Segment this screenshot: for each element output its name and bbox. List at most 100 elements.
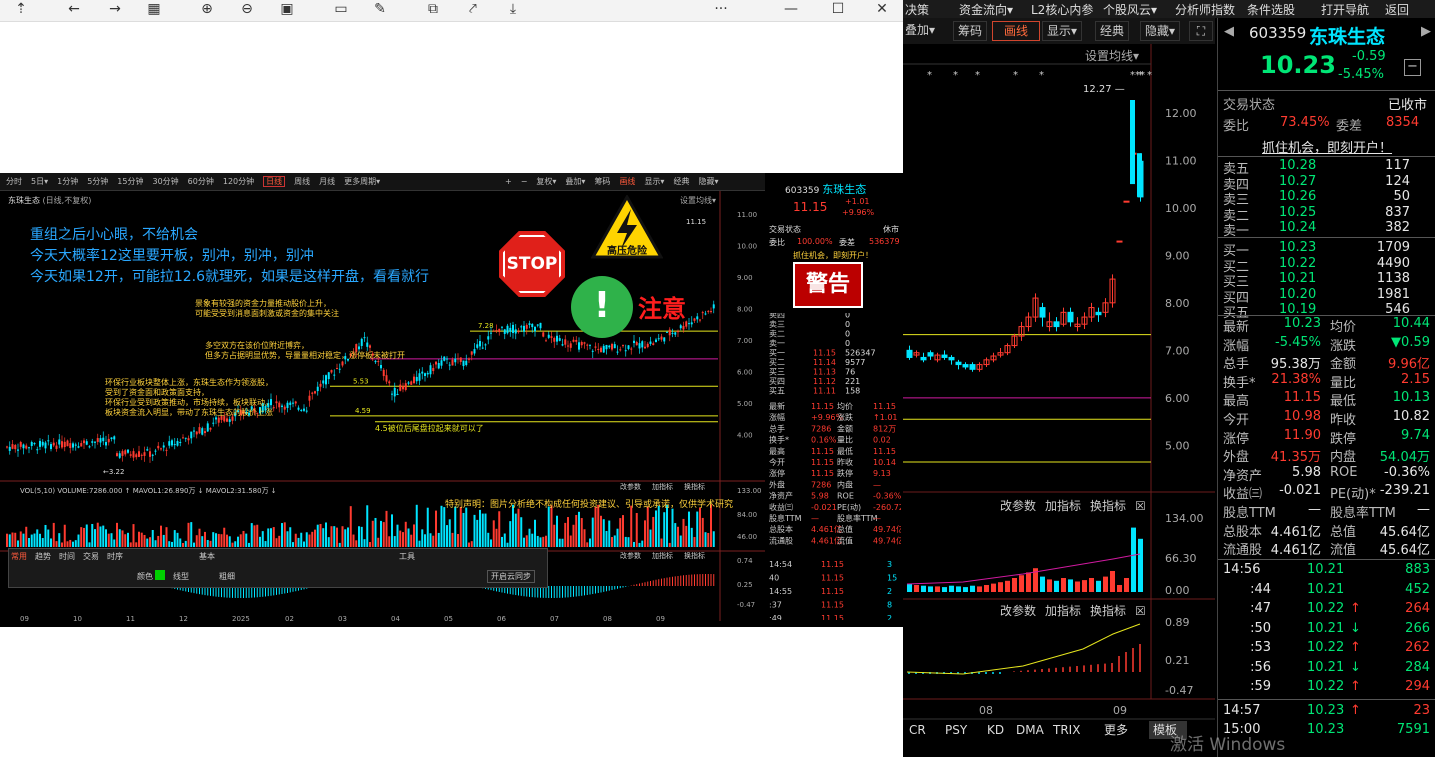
display-dropdown[interactable]: 显示▾ [1042, 21, 1083, 41]
more-button[interactable]: ··· [710, 0, 732, 20]
bid-row[interactable]: 买二 10.22 4490 [1218, 256, 1435, 275]
menu-fund-flow[interactable]: 资金流向▾ [959, 1, 1013, 18]
stat-label: PE(动)* [1330, 487, 1376, 503]
indicator-option[interactable]: 改参数 [1000, 603, 1036, 618]
grid-icon[interactable]: ▦ [143, 0, 165, 20]
indicator-option[interactable]: 换指标 [1090, 498, 1126, 513]
setup-ma-button[interactable]: 设置均线▾ [1085, 49, 1139, 63]
edit-icon[interactable]: ✎ [369, 0, 391, 20]
indicator-tab[interactable]: 更多 [1104, 723, 1128, 737]
period-tab[interactable]: 分时 [6, 177, 22, 186]
menu-screener[interactable]: 条件选股 [1247, 1, 1295, 18]
period-tab[interactable]: 周线 [294, 177, 310, 186]
panel-tab[interactable]: 时间 [59, 552, 75, 561]
kline-chart-area: 设置均线▾ 12.00 11.00 10.00 9.00 8.00 7.00 6.00 5.00… [903, 44, 1215, 739]
activate-windows-watermark: 激活 Windows [1170, 735, 1286, 755]
zoom-in-icon[interactable]: ⊕ [196, 0, 218, 20]
chart-tool-button[interactable]: 筹码 [594, 177, 610, 186]
period-tab[interactable]: 月线 [319, 177, 335, 186]
indicator-option[interactable]: 改参数 [620, 482, 641, 491]
indicator-option[interactable]: 加指标 [1045, 498, 1081, 513]
menu-l2[interactable]: L2核心内参 [1031, 1, 1093, 18]
indicator-tab[interactable]: DMA [1016, 723, 1045, 737]
indicator-option[interactable]: 换指标 [684, 482, 705, 491]
panel-tab[interactable]: 常用 [11, 552, 27, 561]
close-indicator-icon[interactable]: ☒ [1135, 604, 1146, 618]
close-indicator-icon[interactable]: ☒ [1135, 499, 1146, 513]
classic-button[interactable]: 经典 [1095, 21, 1130, 41]
bid-row[interactable]: 买四 10.20 1981 [1218, 287, 1435, 306]
panel-tab[interactable]: 时序 [107, 552, 123, 561]
chart-tool-button[interactable]: 显示▾ [644, 177, 664, 186]
ask-row[interactable]: 卖四 10.27 124 [1218, 174, 1435, 193]
indicator-tab[interactable]: KD [987, 723, 1004, 737]
ask-row[interactable]: 卖一 10.24 382 [1218, 220, 1435, 239]
next-stock-icon[interactable]: ▶ [1421, 24, 1431, 39]
period-tab[interactable]: 更多周期▾ [344, 177, 380, 186]
indicator-tab[interactable]: TRIX [1052, 723, 1080, 737]
chips-button[interactable]: 筹码 [953, 21, 988, 41]
menu-decision[interactable]: 决策 [905, 1, 929, 18]
indicator-option[interactable]: 改参数 [1000, 498, 1036, 513]
menu-navigation[interactable]: 打开导航 [1321, 1, 1369, 18]
share-icon[interactable]: ⤤ [462, 0, 484, 20]
period-tab[interactable]: 60分钟 [188, 177, 214, 186]
indicator-tab[interactable]: CR [909, 723, 926, 737]
indicator-option[interactable]: 换指标 [684, 551, 705, 560]
ask-row[interactable]: 卖五 10.28 117 [1218, 158, 1435, 177]
forward-icon[interactable]: → [104, 0, 126, 20]
chart-tool-button[interactable]: 画线 [619, 177, 635, 186]
period-tab[interactable]: 5日▾ [31, 177, 48, 186]
embedded-open-account-link[interactable]: 抓住机会，即刻开户！ [793, 250, 873, 261]
menu-back[interactable]: 返回 [1385, 1, 1409, 18]
save-icon[interactable]: ⤓ [502, 0, 524, 20]
menu-analyst[interactable]: 分析师指数 [1175, 1, 1235, 18]
cloud-sync-button[interactable]: 开启云同步 [487, 570, 535, 583]
overlay-dropdown[interactable]: 叠加▾ [901, 21, 939, 41]
panel-tab[interactable]: 趋势 [35, 552, 51, 561]
indicator-option[interactable]: 加指标 [652, 551, 673, 560]
menu-stock-news[interactable]: 个股风云▾ [1103, 1, 1157, 18]
hide-dropdown[interactable]: 隐藏▾ [1140, 21, 1181, 41]
indicator-option[interactable]: 改参数 [620, 551, 641, 560]
ask-row[interactable]: 卖三 10.26 50 [1218, 189, 1435, 208]
indicator-option[interactable]: 换指标 [1090, 603, 1126, 618]
indicator-option[interactable]: 加指标 [1045, 603, 1081, 618]
color-swatch[interactable] [155, 570, 165, 580]
crop-icon[interactable]: ▭ [330, 0, 352, 20]
close-button[interactable]: ✕ [871, 0, 893, 20]
chart-tool-button[interactable]: 复权▾ [536, 177, 556, 186]
copy-icon[interactable]: ⧉ [422, 0, 444, 20]
indicator-tab[interactable]: PSY [945, 723, 968, 737]
chart-tool-button[interactable]: 经典 [673, 177, 689, 186]
draw-line-button[interactable]: 画线 [992, 21, 1040, 41]
period-tab[interactable]: 120分钟 [223, 177, 254, 186]
open-account-link[interactable]: 抓住机会，即刻开户！ [1262, 137, 1392, 156]
bid-row[interactable]: 买一 10.23 1709 [1218, 240, 1435, 259]
up-icon[interactable]: ⇡ [10, 0, 32, 20]
collapse-button[interactable]: − [1404, 59, 1421, 76]
volume-bar [107, 533, 110, 547]
chart-tool-button[interactable]: 隐藏▾ [698, 177, 718, 186]
candle [553, 337, 556, 342]
minimize-button[interactable]: — [780, 0, 802, 20]
chart-tool-button[interactable]: 叠加▾ [565, 177, 585, 186]
panel-tab[interactable]: 交易 [83, 552, 99, 561]
bid-row[interactable]: 买三 10.21 1138 [1218, 271, 1435, 290]
maximize-button[interactable]: ☐ [827, 0, 849, 20]
period-tab[interactable]: 日线 [263, 176, 286, 187]
period-tab[interactable]: 15分钟 [117, 177, 143, 186]
chart-tool-button[interactable]: − [521, 177, 528, 186]
prev-stock-icon[interactable]: ◀ [1224, 24, 1234, 39]
indicator-option[interactable]: 加指标 [652, 482, 673, 491]
fit-icon[interactable]: ▣ [276, 0, 298, 20]
period-tab[interactable]: 30分钟 [152, 177, 178, 186]
volume-bar [325, 522, 327, 547]
period-tab[interactable]: 5分钟 [87, 177, 108, 186]
zoom-out-icon[interactable]: ⊖ [236, 0, 258, 20]
chart-tool-button[interactable]: + [505, 177, 512, 186]
back-icon[interactable]: ← [63, 0, 85, 20]
fullscreen-icon[interactable]: ⛶ [1189, 21, 1213, 41]
period-tab[interactable]: 1分钟 [57, 177, 78, 186]
ask-row[interactable]: 卖二 10.25 837 [1218, 205, 1435, 224]
